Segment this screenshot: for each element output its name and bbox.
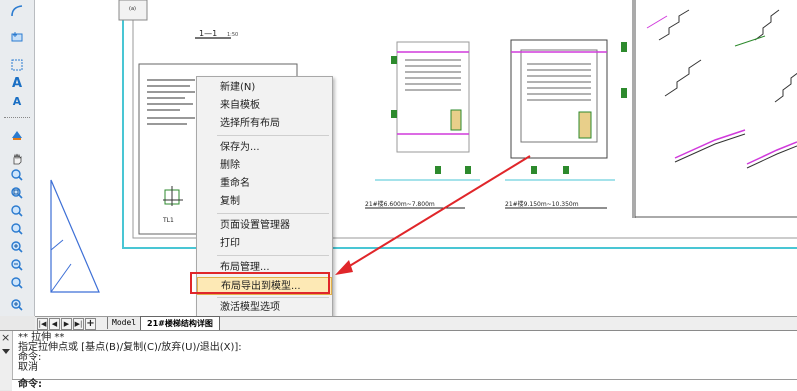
next-tab-button[interactable]: ▶	[61, 318, 72, 330]
stair-plan-1	[375, 41, 480, 181]
caption-left: 21#楼6.600m~7.800m	[365, 200, 435, 208]
zoom-extents-icon[interactable]	[7, 296, 27, 314]
insert-block-icon[interactable]	[7, 28, 27, 46]
layout-tab-bar: |◀ ◀ ▶ ▶| + Model 21#楼梯结构详图	[35, 316, 797, 330]
menu-item-save-as[interactable]: 保存为...	[197, 139, 332, 157]
menu-item-from-template[interactable]: 来自模板	[197, 97, 332, 115]
draw-order-icon[interactable]	[7, 126, 27, 144]
svg-text:(a): (a)	[129, 6, 136, 12]
section-title: 1—1	[199, 29, 217, 38]
menu-separator	[217, 255, 329, 256]
menu-item-rename[interactable]: 重命名	[197, 175, 332, 193]
stair-details	[646, 9, 797, 169]
zoom-dynamic-icon[interactable]	[7, 220, 27, 238]
command-input[interactable]: 命令:	[12, 379, 797, 391]
first-tab-button[interactable]: |◀	[37, 318, 48, 330]
menu-item-delete[interactable]: 删除	[197, 157, 332, 175]
add-layout-button[interactable]: +	[85, 318, 96, 330]
zoom-in-icon[interactable]	[7, 238, 27, 256]
menu-separator	[217, 297, 329, 298]
menu-separator	[217, 213, 329, 214]
drawing-canvas[interactable]: (a) 1—1 1:50 TL1 21#楼6.600m~7.800m 21#楼9…	[35, 0, 797, 316]
menu-separator	[217, 135, 329, 136]
tab-model[interactable]: Model	[107, 317, 142, 329]
toolbar-divider	[4, 117, 30, 119]
command-history-line: 取消	[18, 362, 38, 373]
prev-tab-button[interactable]: ◀	[49, 318, 60, 330]
caption-right: 21#楼9.150m~10.350m	[505, 200, 579, 208]
zoom-window-icon[interactable]	[7, 184, 27, 202]
command-line-panel: × ** 拉伸 ** 指定拉伸点或 [基点(B)/复制(C)/放弃(U)/退出(…	[0, 330, 797, 391]
chevron-down-icon[interactable]	[2, 349, 10, 354]
close-icon[interactable]: ×	[1, 332, 10, 343]
menu-item-select-all-layouts[interactable]: 选择所有布局	[197, 115, 332, 133]
single-text-icon[interactable]: A	[7, 92, 27, 110]
zoom-all-icon[interactable]	[7, 274, 27, 292]
zoom-out-icon[interactable]	[7, 256, 27, 274]
region-tool-icon[interactable]	[7, 56, 27, 74]
command-history-line: 指定拉伸点或 [基点(B)/复制(C)/放弃(U)/退出(X)]:	[18, 342, 242, 353]
drawing-sheet: (a) 1—1 1:50 TL1 21#楼6.600m~7.800m 21#楼9…	[50, 0, 797, 293]
last-tab-button[interactable]: ▶|	[73, 318, 84, 330]
zoom-previous-icon[interactable]	[7, 202, 27, 220]
tab-layout[interactable]: 21#楼梯结构详图	[140, 316, 220, 330]
arc-tool-icon[interactable]	[7, 2, 27, 20]
annotation-highlight-box	[190, 272, 330, 294]
menu-item-copy[interactable]: 复制	[197, 193, 332, 211]
left-toolbar: A A	[0, 0, 35, 316]
menu-item-page-setup-manager[interactable]: 页面设置管理器	[197, 217, 332, 235]
menu-item-print[interactable]: 打印	[197, 235, 332, 253]
menu-item-new[interactable]: 新建(N)	[197, 79, 332, 97]
component-label: TL1	[162, 217, 174, 224]
section-scale: 1:50	[227, 32, 238, 38]
zoom-realtime-icon[interactable]	[7, 166, 27, 184]
multiline-text-icon[interactable]: A	[7, 74, 27, 92]
menu-item-activate-model-options[interactable]: 激活模型选项	[197, 299, 332, 317]
